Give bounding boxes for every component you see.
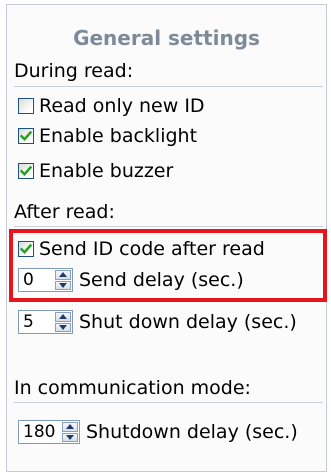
read-only-new-id-label: Read only new ID bbox=[39, 95, 205, 117]
communication-shutdown-delay-label: Shutdown delay (sec.) bbox=[86, 421, 298, 443]
shut-down-delay-row: 5 Shut down delay (sec.) bbox=[18, 310, 297, 334]
enable-buzzer-label: Enable buzzer bbox=[39, 160, 174, 182]
send-id-code-option[interactable]: Send ID code after read bbox=[18, 237, 265, 261]
send-delay-decrement-button[interactable] bbox=[55, 280, 71, 290]
checkmark-icon bbox=[20, 165, 32, 176]
during-read-label: During read: bbox=[14, 60, 134, 82]
send-delay-value[interactable]: 0 bbox=[23, 270, 34, 290]
communication-shutdown-delay-spin-buttons bbox=[62, 422, 78, 442]
chevron-up-icon bbox=[66, 424, 74, 430]
shut-down-delay-stepper[interactable]: 5 bbox=[18, 310, 73, 334]
checkmark-icon bbox=[20, 243, 32, 254]
chevron-up-icon bbox=[59, 314, 67, 320]
enable-backlight-label: Enable backlight bbox=[39, 125, 198, 147]
send-id-code-label: Send ID code after read bbox=[39, 238, 265, 260]
shut-down-delay-spin-buttons bbox=[55, 312, 71, 332]
communication-shutdown-delay-row: 180 Shutdown delay (sec.) bbox=[18, 420, 298, 444]
after-read-label: After read: bbox=[14, 201, 115, 223]
communication-shutdown-delay-increment-button[interactable] bbox=[62, 422, 78, 432]
communication-shutdown-delay-stepper[interactable]: 180 bbox=[18, 420, 80, 444]
shut-down-delay-decrement-button[interactable] bbox=[55, 322, 71, 332]
enable-backlight-option[interactable]: Enable backlight bbox=[18, 124, 197, 148]
send-delay-label: Send delay (sec.) bbox=[79, 269, 244, 291]
shut-down-delay-value[interactable]: 5 bbox=[23, 312, 34, 332]
chevron-down-icon bbox=[66, 434, 74, 440]
enable-buzzer-option[interactable]: Enable buzzer bbox=[18, 159, 173, 183]
chevron-down-icon bbox=[59, 282, 67, 288]
communication-mode-divider bbox=[14, 402, 323, 403]
send-delay-spin-buttons bbox=[55, 270, 71, 290]
shut-down-delay-increment-button[interactable] bbox=[55, 312, 71, 322]
enable-backlight-checkbox[interactable] bbox=[18, 128, 34, 144]
communication-shutdown-delay-value[interactable]: 180 bbox=[23, 422, 55, 442]
shut-down-delay-label: Shut down delay (sec.) bbox=[79, 311, 297, 333]
communication-mode-label: In communication mode: bbox=[14, 377, 251, 399]
send-delay-stepper[interactable]: 0 bbox=[18, 268, 73, 292]
send-delay-row: 0 Send delay (sec.) bbox=[18, 268, 244, 292]
read-only-new-id-option[interactable]: Read only new ID bbox=[18, 94, 205, 118]
chevron-down-icon bbox=[59, 324, 67, 330]
send-delay-increment-button[interactable] bbox=[55, 270, 71, 280]
chevron-up-icon bbox=[59, 272, 67, 278]
enable-buzzer-checkbox[interactable] bbox=[18, 163, 34, 179]
checkmark-icon bbox=[20, 130, 32, 141]
read-only-new-id-checkbox[interactable] bbox=[18, 98, 34, 114]
communication-shutdown-delay-decrement-button[interactable] bbox=[62, 432, 78, 442]
during-read-divider bbox=[14, 86, 323, 87]
send-id-code-checkbox[interactable] bbox=[18, 241, 34, 257]
after-read-divider bbox=[14, 226, 323, 227]
panel-title: General settings bbox=[73, 26, 260, 50]
